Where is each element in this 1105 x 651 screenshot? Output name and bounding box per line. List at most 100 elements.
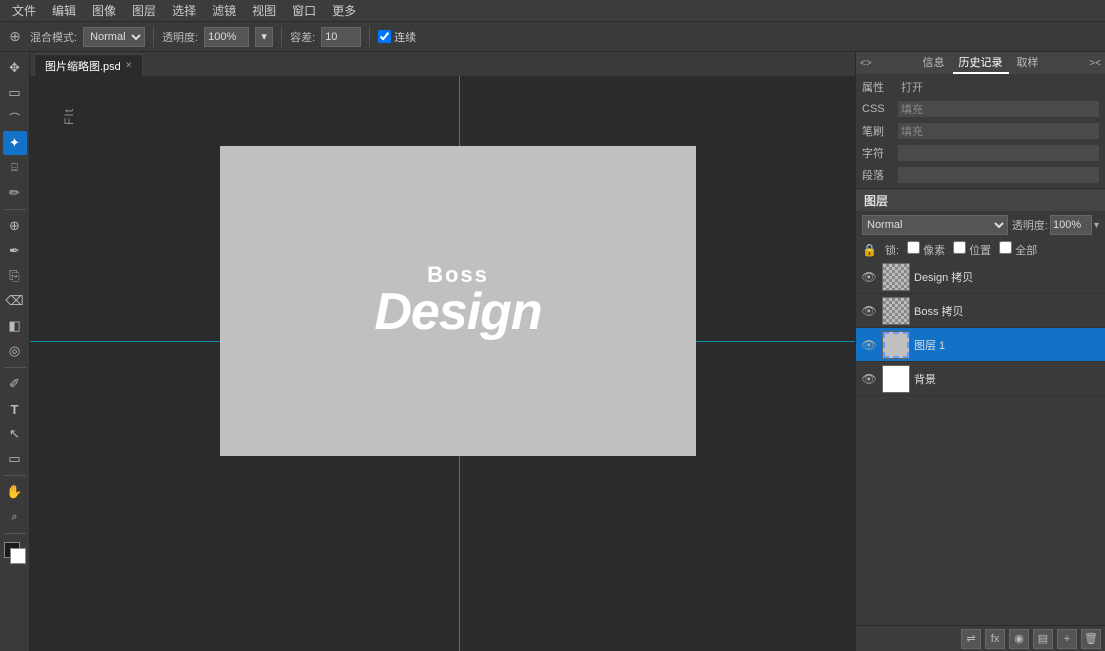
- layer-thumb-layer1: [882, 331, 910, 359]
- menu-filter[interactable]: 滤镜: [204, 0, 244, 21]
- menu-edit[interactable]: 编辑: [44, 0, 84, 21]
- tool-select-rect[interactable]: ▭: [3, 81, 27, 105]
- panel-top: <> 信息 历史记录 取样 >< 属性 打开 CSS 填充 笔刷: [856, 52, 1105, 189]
- panel-top-header: <> 信息 历史记录 取样 ><: [856, 52, 1105, 74]
- menu-view[interactable]: 视图: [244, 0, 284, 21]
- toolbar-divider-2: [281, 27, 282, 47]
- layer-item-boss-copy[interactable]: 👁 Boss 拷贝: [856, 294, 1105, 328]
- menu-image[interactable]: 图像: [84, 0, 124, 21]
- layer-name-design-copy: Design 拷贝: [914, 269, 1101, 285]
- layers-btn-fx[interactable]: fx: [985, 629, 1005, 649]
- layer-eye-background[interactable]: 👁: [860, 370, 878, 388]
- lock-pixel-label[interactable]: 像素: [907, 241, 945, 258]
- layers-btn-mask[interactable]: ◉: [1009, 629, 1029, 649]
- menu-select[interactable]: 选择: [164, 0, 204, 21]
- char-value[interactable]: [898, 145, 1099, 161]
- layers-panel: 图层 Normal 透明度: ▾ 🔒 锁: 像素: [856, 189, 1105, 651]
- tool-eraser[interactable]: ⌫: [3, 289, 27, 313]
- right-panel: <> 信息 历史记录 取样 >< 属性 打开 CSS 填充 笔刷: [855, 52, 1105, 651]
- tool-heal[interactable]: ⊕: [3, 214, 27, 238]
- panel-arrows-right[interactable]: ><: [1089, 58, 1101, 69]
- tool-sep-3: [4, 475, 26, 476]
- tolerance-input[interactable]: [321, 27, 361, 47]
- layers-btn-group[interactable]: ▤: [1033, 629, 1053, 649]
- menu-more[interactable]: 更多: [324, 0, 364, 21]
- lock-position-checkbox[interactable]: [953, 241, 966, 254]
- tool-path-select[interactable]: ↖: [3, 422, 27, 446]
- continuous-checkbox[interactable]: [378, 30, 391, 43]
- tool-sep-2: [4, 367, 26, 368]
- layers-btn-trash[interactable]: 🗑: [1081, 629, 1101, 649]
- opacity-input[interactable]: [204, 27, 249, 47]
- attribute-value[interactable]: 打开: [898, 79, 1099, 95]
- tool-lasso[interactable]: ⌒: [3, 106, 27, 130]
- blend-mode-icon: ⊕: [6, 28, 24, 46]
- layer-eye-boss-copy[interactable]: 👁: [860, 302, 878, 320]
- tool-sep-1: [4, 209, 26, 210]
- tool-crop[interactable]: ⌸: [3, 156, 27, 180]
- canvas-viewport[interactable]: Boss Design: [30, 76, 855, 651]
- opacity-dropdown-arrow[interactable]: ▾: [1094, 220, 1099, 231]
- paragraph-value[interactable]: [898, 167, 1099, 183]
- menu-window[interactable]: 窗口: [284, 0, 324, 21]
- panel-tabs: 信息 历史记录 取样: [917, 52, 1045, 74]
- layer-item-background[interactable]: 👁 背景: [856, 362, 1105, 396]
- tool-shape[interactable]: ▭: [3, 447, 27, 471]
- tool-text[interactable]: T: [3, 397, 27, 421]
- layers-btn-new[interactable]: +: [1057, 629, 1077, 649]
- canvas-content: Boss Design: [374, 264, 541, 338]
- opacity-dropdown[interactable]: ▾: [255, 27, 273, 47]
- lock-pixel-checkbox[interactable]: [907, 241, 920, 254]
- lock-position-label[interactable]: 位置: [953, 241, 991, 258]
- layer-item-design-copy[interactable]: 👁 Design 拷贝: [856, 260, 1105, 294]
- toolbar-divider-3: [369, 27, 370, 47]
- tab-history[interactable]: 历史记录: [953, 52, 1009, 74]
- tool-dodge[interactable]: ◎: [3, 339, 27, 363]
- toolbar-divider-1: [153, 27, 154, 47]
- psd-canvas[interactable]: Boss Design: [220, 146, 696, 456]
- tool-gradient[interactable]: ◧: [3, 314, 27, 338]
- menu-layer[interactable]: 图层: [124, 0, 164, 21]
- tab-bar: 图片缩略图.psd ×: [30, 52, 855, 76]
- menu-bar: 文件 编辑 图像 图层 选择 滤镜 视图 窗口 更多: [0, 0, 1105, 22]
- lock-all-label[interactable]: 全部: [999, 241, 1037, 258]
- layers-blend-select[interactable]: Normal: [862, 215, 1008, 235]
- tool-zoom[interactable]: ⌕: [3, 505, 27, 529]
- menu-file[interactable]: 文件: [4, 0, 44, 21]
- tool-stamp[interactable]: ⎘: [3, 264, 27, 288]
- canvas-area: FIt 图片缩略图.psd × Boss Design: [30, 52, 855, 651]
- tool-sep-4: [4, 533, 26, 534]
- layers-opacity-input[interactable]: [1050, 215, 1092, 235]
- tab-psd[interactable]: 图片缩略图.psd ×: [34, 54, 143, 76]
- layer-item-layer1[interactable]: 👁 图层 1: [856, 328, 1105, 362]
- layer-eye-layer1[interactable]: 👁: [860, 336, 878, 354]
- layer-thumb-boss-copy: [882, 297, 910, 325]
- lock-all-checkbox[interactable]: [999, 241, 1012, 254]
- panel-arrows-left[interactable]: <>: [860, 58, 872, 69]
- css-value[interactable]: 填充: [898, 101, 1099, 117]
- brush-value[interactable]: 填充: [898, 123, 1099, 139]
- layers-controls: Normal 透明度: ▾: [856, 211, 1105, 239]
- paragraph-label: 段落: [862, 167, 898, 183]
- tab-sample[interactable]: 取样: [1011, 52, 1045, 74]
- tab-close-btn[interactable]: ×: [126, 60, 132, 71]
- tool-magic-wand[interactable]: ✦: [3, 131, 27, 155]
- layer-name-layer1: 图层 1: [914, 337, 1101, 353]
- tab-info[interactable]: 信息: [917, 52, 951, 74]
- tool-move[interactable]: ✥: [3, 56, 27, 80]
- layer-name-boss-copy: Boss 拷贝: [914, 303, 1101, 319]
- brush-label: 笔刷: [862, 123, 898, 139]
- continuous-label[interactable]: 连续: [378, 29, 416, 45]
- tool-brush[interactable]: ✒: [3, 239, 27, 263]
- color-swatch[interactable]: [4, 542, 26, 564]
- layer-eye-design-copy[interactable]: 👁: [860, 268, 878, 286]
- main-layout: ✥ ▭ ⌒ ✦ ⌸ ✏ ⊕ ✒ ⎘ ⌫ ◧ ◎ ✐ T ↖ ▭ ✋ ⌕ FIt …: [0, 52, 1105, 651]
- layers-btn-link[interactable]: ⇌: [961, 629, 981, 649]
- tool-hand[interactable]: ✋: [3, 480, 27, 504]
- panel-row-brush: 笔刷 填充: [856, 120, 1105, 142]
- tool-eyedropper[interactable]: ✏: [3, 181, 27, 205]
- blend-mode-select[interactable]: Normal: [83, 27, 145, 47]
- layers-lock-row: 🔒 锁: 像素 位置 全部: [856, 239, 1105, 260]
- background-color[interactable]: [10, 548, 26, 564]
- tool-pen[interactable]: ✐: [3, 372, 27, 396]
